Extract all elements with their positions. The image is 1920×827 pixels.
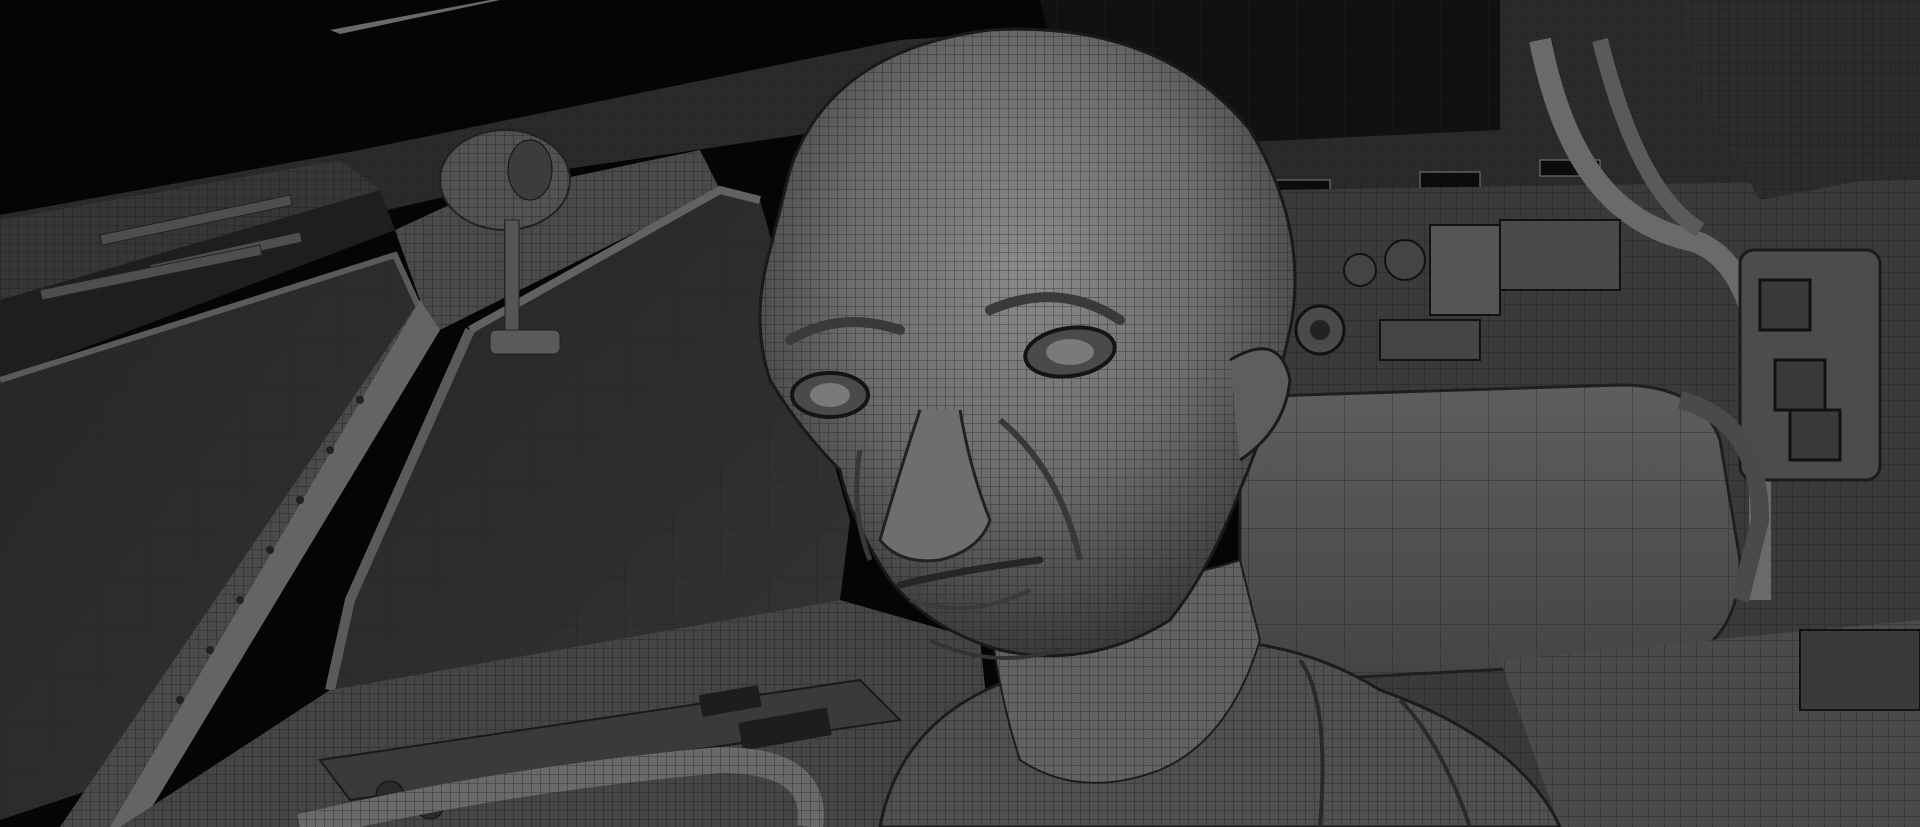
wireframe-render	[0, 0, 1920, 827]
render-scene	[0, 0, 1920, 827]
seat-cushion	[1238, 383, 1770, 682]
